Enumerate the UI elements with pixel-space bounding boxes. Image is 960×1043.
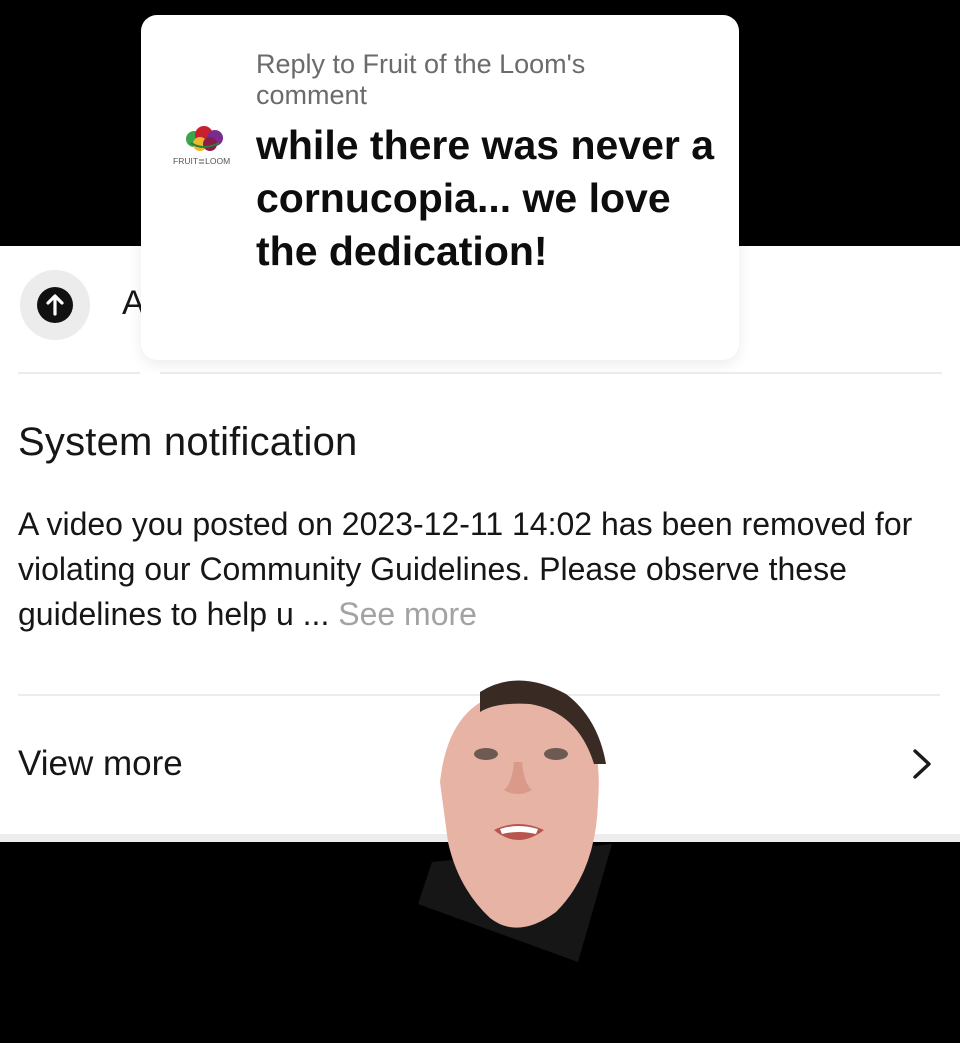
reply-comment-text: while there was never a cornucopia... we… <box>256 122 715 274</box>
view-more-label: View more <box>18 744 183 783</box>
fruit-of-the-loom-logo-icon: FRUIT≣LOOM <box>173 126 230 166</box>
arrow-up-circle-icon <box>37 287 73 323</box>
upload-button[interactable] <box>20 270 90 340</box>
notification-title: System notification <box>18 420 358 464</box>
creator-face-cutout <box>418 680 612 962</box>
see-more-link[interactable]: See more <box>338 596 477 632</box>
video-frame: A System notification A video you posted… <box>0 0 960 1043</box>
reply-header: Reply to Fruit of the Loom's comment <box>256 49 586 110</box>
logo-caption: FRUIT≣LOOM <box>173 156 230 166</box>
notification-body: A video you posted on 2023-12-11 14:02 h… <box>18 502 948 637</box>
chevron-right-icon <box>913 749 931 779</box>
reply-comment-bubble: Reply to Fruit of the Loom's comment FRU… <box>141 15 739 360</box>
divider <box>160 372 942 374</box>
divider <box>18 372 140 374</box>
